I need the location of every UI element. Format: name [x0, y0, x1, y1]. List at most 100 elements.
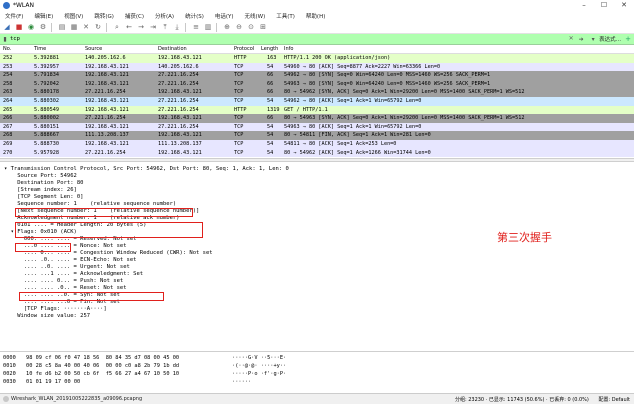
column-time[interactable]: Time — [34, 46, 46, 52]
packet-cell-src: 192.168.43.121 — [85, 72, 129, 79]
last-packet-icon[interactable]: ⤓ — [173, 23, 181, 31]
autoscroll-icon[interactable]: ≡ — [192, 23, 200, 31]
detail-line[interactable]: .... .... .0.. = Reset: Not set — [4, 285, 127, 292]
menu-edit[interactable]: 编辑(E) — [34, 12, 53, 20]
packet-row[interactable]: 266 5.880002 27.221.16.254 192.168.43.121 TC… — [0, 114, 634, 123]
packet-cell-time: 5.880302 — [34, 97, 59, 104]
stop-capture-icon[interactable]: ■ — [15, 23, 23, 31]
packet-stats: 分组: 23230 · 已显示: 11743 (50.6%) · 已丢弃: 0 … — [454, 397, 589, 403]
detail-line[interactable]: [Stream index: 26] — [4, 187, 77, 194]
hex-ascii: ·····G·V ··5···E· — [232, 355, 287, 361]
menu-capture[interactable]: 捕获(C) — [125, 12, 144, 20]
column-protocol[interactable]: Protocol — [234, 46, 254, 52]
packet-row[interactable]: 254 5.791834 192.168.43.121 27.221.16.254 TC… — [0, 71, 634, 80]
zoom-out-icon[interactable]: ⊖ — [235, 23, 243, 31]
packet-cell-len: 54 — [267, 123, 274, 130]
packet-row[interactable]: 263 5.880178 27.221.16.254 192.168.43.121 TC… — [0, 88, 634, 97]
column-source[interactable]: Source — [85, 46, 102, 52]
packet-row[interactable]: 267 5.880151 192.168.43.121 27.221.16.254 TC… — [0, 122, 634, 132]
resize-columns-icon[interactable]: ⊞ — [259, 23, 267, 31]
expert-info-icon[interactable] — [3, 396, 9, 402]
zoom-reset-icon[interactable]: ⊙ — [247, 23, 255, 31]
column-info[interactable]: Info — [284, 46, 293, 52]
menu-tools[interactable]: 工具(T) — [276, 12, 295, 20]
colorize-icon[interactable]: ▥ — [204, 23, 212, 31]
maximize-icon[interactable]: ☐ — [594, 0, 614, 11]
menu-file[interactable]: 文件(F) — [5, 12, 23, 20]
menu-help[interactable]: 帮助(H) — [306, 12, 325, 20]
save-file-icon[interactable]: ▦ — [70, 23, 78, 31]
column-length[interactable]: Length — [261, 46, 278, 52]
packet-cell-proto: TCP — [234, 80, 244, 87]
display-filter-input[interactable] — [10, 34, 568, 44]
packet-row[interactable]: 258 5.792042 192.168.43.121 27.221.16.254 TC… — [0, 79, 634, 89]
detail-line[interactable]: .... .... 0... = Push: Not set — [4, 278, 123, 285]
packet-cell-proto: TCP — [234, 89, 244, 96]
minimize-icon[interactable]: – — [574, 0, 594, 11]
go-to-packet-icon[interactable]: ⇥ — [149, 23, 157, 31]
packet-row[interactable]: 264 5.880302 192.168.43.121 27.221.16.254 TC… — [0, 96, 634, 106]
packet-cell-len: 54 — [267, 97, 274, 104]
menu-go[interactable]: 跳转(G) — [94, 12, 114, 20]
detail-line[interactable]: [TCP Segment Len: 0] — [4, 194, 83, 201]
hex-ascii: ······ — [232, 379, 252, 385]
add-filter-button[interactable]: + — [625, 35, 631, 43]
packet-cell-src: 140.205.162.6 — [85, 55, 126, 61]
detail-line[interactable]: .... .0.. .... = ECN-Echo: Not set — [4, 257, 137, 264]
reload-icon[interactable]: ↻ — [94, 23, 102, 31]
detail-line[interactable]: Window size value: 257 — [4, 313, 90, 320]
packet-cell-dst: 111.13.208.137 — [158, 140, 202, 147]
profile-label[interactable]: 配置: Default — [598, 397, 630, 403]
restart-capture-icon[interactable]: ◉ — [27, 23, 35, 31]
menu-wireless[interactable]: 无线(W) — [245, 12, 266, 20]
pane-splitter[interactable] — [0, 158, 634, 162]
column-no[interactable]: No. — [3, 46, 11, 52]
packet-cell-no: 252 — [3, 55, 13, 61]
filter-history-icon[interactable]: ▾ — [587, 36, 599, 43]
capture-options-icon[interactable]: ⚙ — [39, 23, 47, 31]
packet-cell-time: 5.392881 — [34, 55, 59, 61]
go-back-icon[interactable]: ← — [125, 23, 133, 31]
menu-statistics[interactable]: 统计(S) — [185, 12, 204, 20]
clear-filter-icon[interactable]: ✕ — [567, 35, 575, 43]
column-destination[interactable]: Destination — [158, 46, 187, 52]
apply-filter-icon[interactable]: ➜ — [575, 36, 587, 43]
packet-row[interactable]: 265 5.880549 192.168.43.121 27.221.16.254 HT… — [0, 105, 634, 115]
zoom-in-icon[interactable]: ⊕ — [223, 23, 231, 31]
menu-telephony[interactable]: 电话(Y) — [215, 12, 234, 20]
go-forward-icon[interactable]: → — [137, 23, 145, 31]
packet-row[interactable]: 268 5.888667 111.13.208.137 192.168.43.121 T… — [0, 131, 634, 140]
packet-cell-dst: 192.168.43.121 — [158, 55, 202, 61]
close-file-icon[interactable]: ✕ — [82, 23, 90, 31]
detail-line[interactable]: .... ..0. .... = Urgent: Not set — [4, 264, 130, 271]
packet-cell-dst: 27.221.16.254 — [158, 123, 199, 130]
detail-line[interactable]: Source Port: 54962 — [4, 173, 77, 180]
detail-line[interactable]: .... ...1 .... = Acknowledgment: Set — [4, 271, 143, 278]
find-packet-icon[interactable]: ⌕ — [113, 23, 121, 31]
packet-cell-info: 80 → 54963 [SYN, ACK] Seq=0 Ack=1 Win=29… — [284, 115, 525, 122]
detail-line[interactable]: [TCP Flags: ·······A····] — [4, 306, 107, 313]
first-packet-icon[interactable]: ⤒ — [161, 23, 169, 31]
close-icon[interactable]: ✕ — [614, 0, 634, 11]
packet-row[interactable]: 270 5.957928 27.221.16.254 192.168.43.121 TC… — [0, 148, 634, 158]
packet-row[interactable]: 269 5.888730 192.168.43.121 111.13.208.137 T… — [0, 139, 634, 149]
open-file-icon[interactable]: ▤ — [58, 23, 66, 31]
packet-cell-no: 269 — [3, 140, 13, 147]
packet-row[interactable]: 253 5.392957 192.168.43.121 140.205.162.6 TC… — [0, 62, 634, 72]
packet-cell-len: 1319 — [267, 106, 280, 113]
start-capture-icon[interactable]: ◢ — [3, 23, 11, 31]
detail-line[interactable]: Sequence number: 1 (relative sequence nu… — [4, 201, 176, 208]
bookmark-icon[interactable]: ▮ — [0, 36, 10, 43]
packet-cell-info: HTTP/1.1 200 OK (application/json) — [284, 55, 391, 61]
menu-analyze[interactable]: 分析(A) — [155, 12, 174, 20]
packet-row[interactable]: 252 5.392881 140.205.162.6 192.168.43.121 HT… — [0, 54, 634, 63]
menu-view[interactable]: 视图(V) — [64, 12, 83, 20]
packet-cell-no: 258 — [3, 80, 13, 87]
detail-line[interactable]: Destination Port: 80 — [4, 180, 83, 187]
expression-button[interactable]: 表达式… — [599, 35, 621, 43]
detail-line[interactable]: ▾ Transmission Control Protocol, Src Por… — [4, 166, 289, 173]
packet-cell-dst: 140.205.162.6 — [158, 63, 199, 70]
packet-cell-dst: 27.221.16.254 — [158, 97, 199, 104]
packet-cell-no: 264 — [3, 97, 13, 104]
packet-cell-info: 54963 → 80 [ACK] Seq=1 Ack=1 Win=65792 L… — [284, 123, 422, 130]
